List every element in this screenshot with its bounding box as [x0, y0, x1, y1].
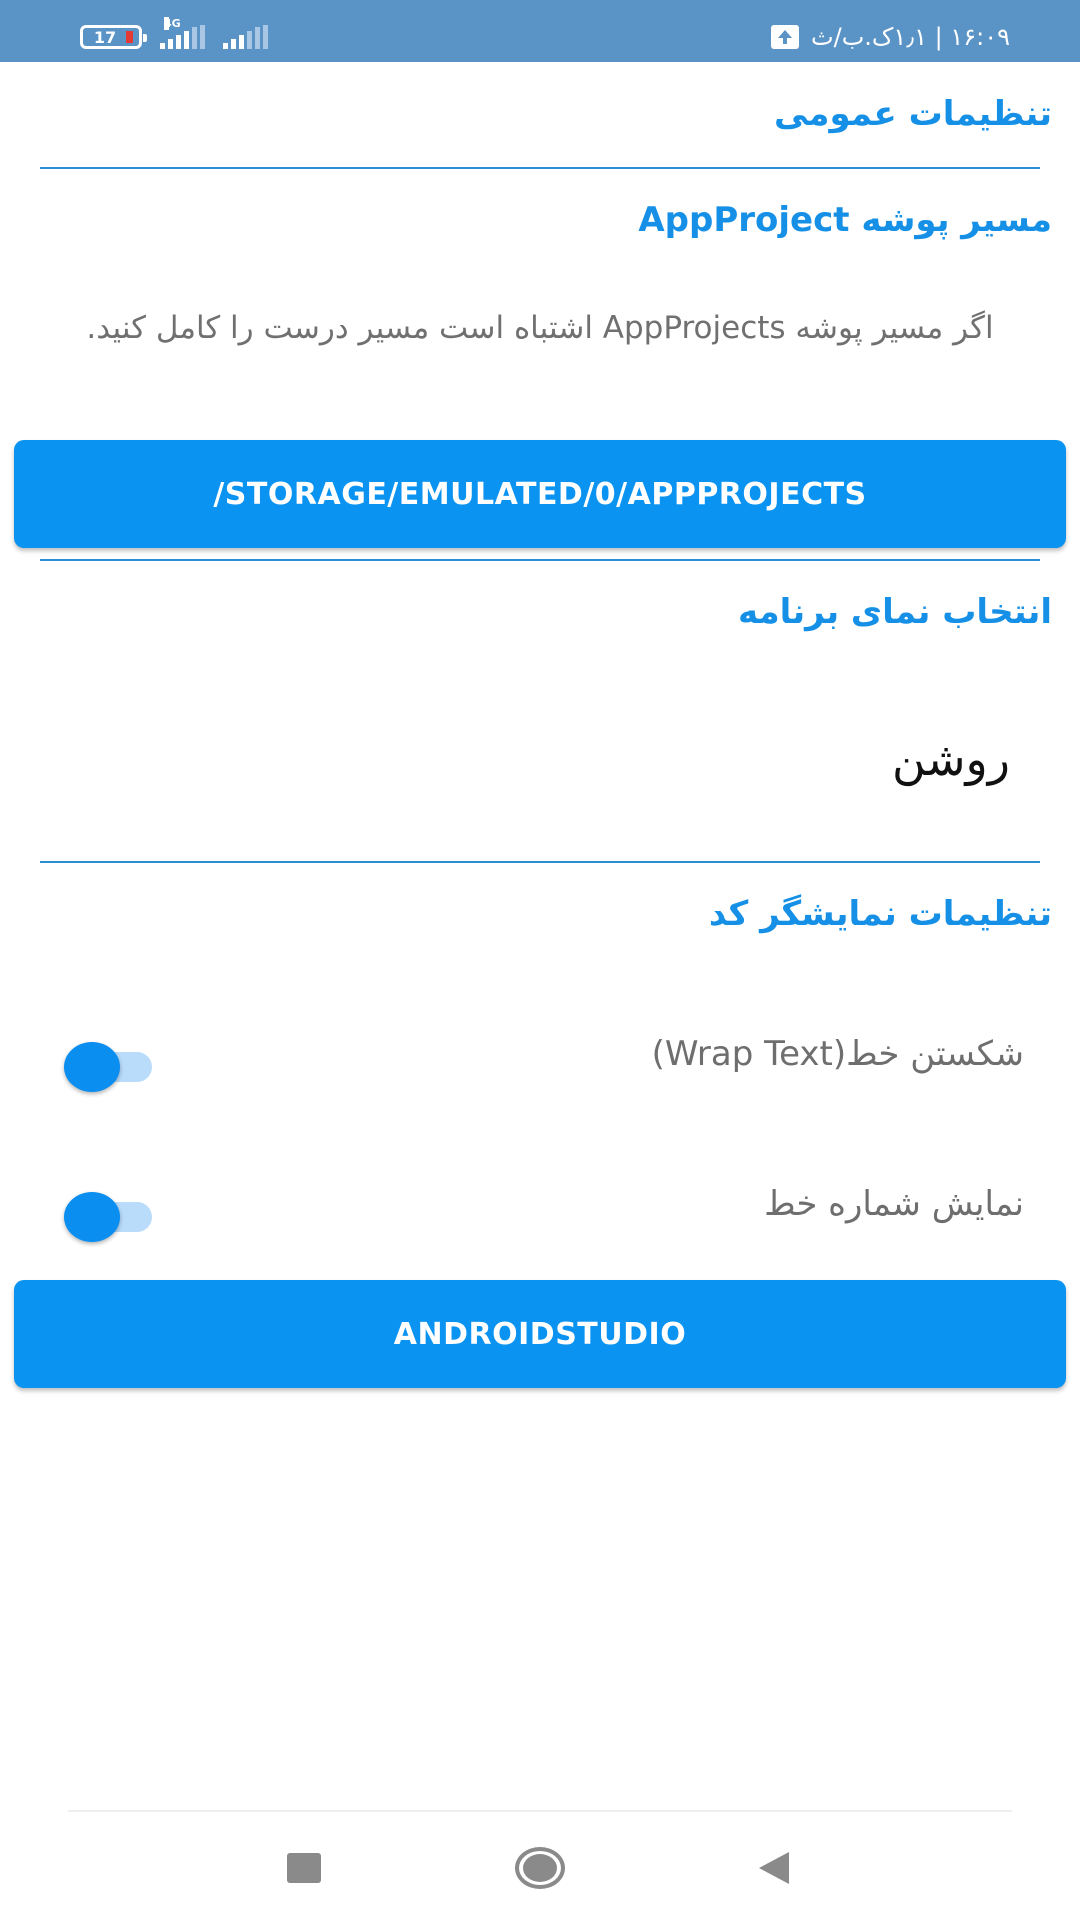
- theme-selector[interactable]: روشن: [892, 732, 1010, 786]
- line-numbers-label: نمایش شماره خط: [764, 1184, 1024, 1224]
- wrap-text-label: شکستن خط(Wrap Text): [651, 1034, 1024, 1074]
- section-divider: [40, 559, 1040, 561]
- line-numbers-setting: نمایش شماره خط: [0, 1172, 1080, 1252]
- signal-4g-icon: 4G: [160, 17, 205, 49]
- section-divider: [40, 167, 1040, 169]
- status-time-speed: ۱۶:۰۹ | ۱٫۱ک.ب/ث: [811, 23, 1010, 51]
- general-settings-title: تنظیمات عمومی: [774, 94, 1052, 134]
- recent-apps-button[interactable]: [274, 1842, 334, 1894]
- wrap-text-setting: شکستن خط(Wrap Text): [0, 1022, 1080, 1102]
- battery-level-text: 17: [93, 27, 117, 47]
- upload-arrow-icon: [778, 30, 793, 44]
- square-icon: [287, 1853, 321, 1883]
- back-button[interactable]: [744, 1842, 804, 1894]
- theme-title: انتخاب نمای برنامه: [737, 592, 1052, 632]
- status-left-group: 17 4G: [80, 17, 268, 52]
- toggle-thumb: [64, 1192, 120, 1242]
- appproject-folder-description: اگر مسیر پوشه AppProjects اشتباه است مسی…: [86, 310, 994, 346]
- wrap-text-toggle[interactable]: [64, 1038, 152, 1094]
- appprojects-path-button[interactable]: /STORAGE/EMULATED/0/APPPROJECTS: [14, 440, 1066, 548]
- upload-icon: [771, 25, 800, 49]
- status-bar: 17 4G ۱۶:۰۹ | ۱٫۱ک.ب/ث: [0, 0, 1080, 62]
- line-numbers-toggle[interactable]: [64, 1188, 152, 1244]
- section-divider: [40, 861, 1040, 863]
- back-triangle-icon: [759, 1852, 789, 1884]
- home-button[interactable]: [510, 1842, 570, 1894]
- android-studio-button[interactable]: ANDROIDSTUDIO: [14, 1280, 1066, 1388]
- signal-icon: [223, 25, 268, 49]
- code-viewer-title: تنظیمات نمایشگر کد: [708, 894, 1052, 934]
- network-type-label: 4G: [164, 17, 181, 30]
- navigation-bar: [0, 1812, 1080, 1920]
- circle-icon: [515, 1847, 565, 1889]
- battery-icon: 17: [80, 25, 147, 49]
- status-right-group: ۱۶:۰۹ | ۱٫۱ک.ب/ث: [771, 22, 1010, 52]
- circle-inner: [523, 1854, 557, 1882]
- appproject-folder-title: مسیر پوشه AppProject: [638, 200, 1052, 240]
- battery-low-indicator: [126, 31, 133, 43]
- toggle-thumb: [64, 1042, 120, 1092]
